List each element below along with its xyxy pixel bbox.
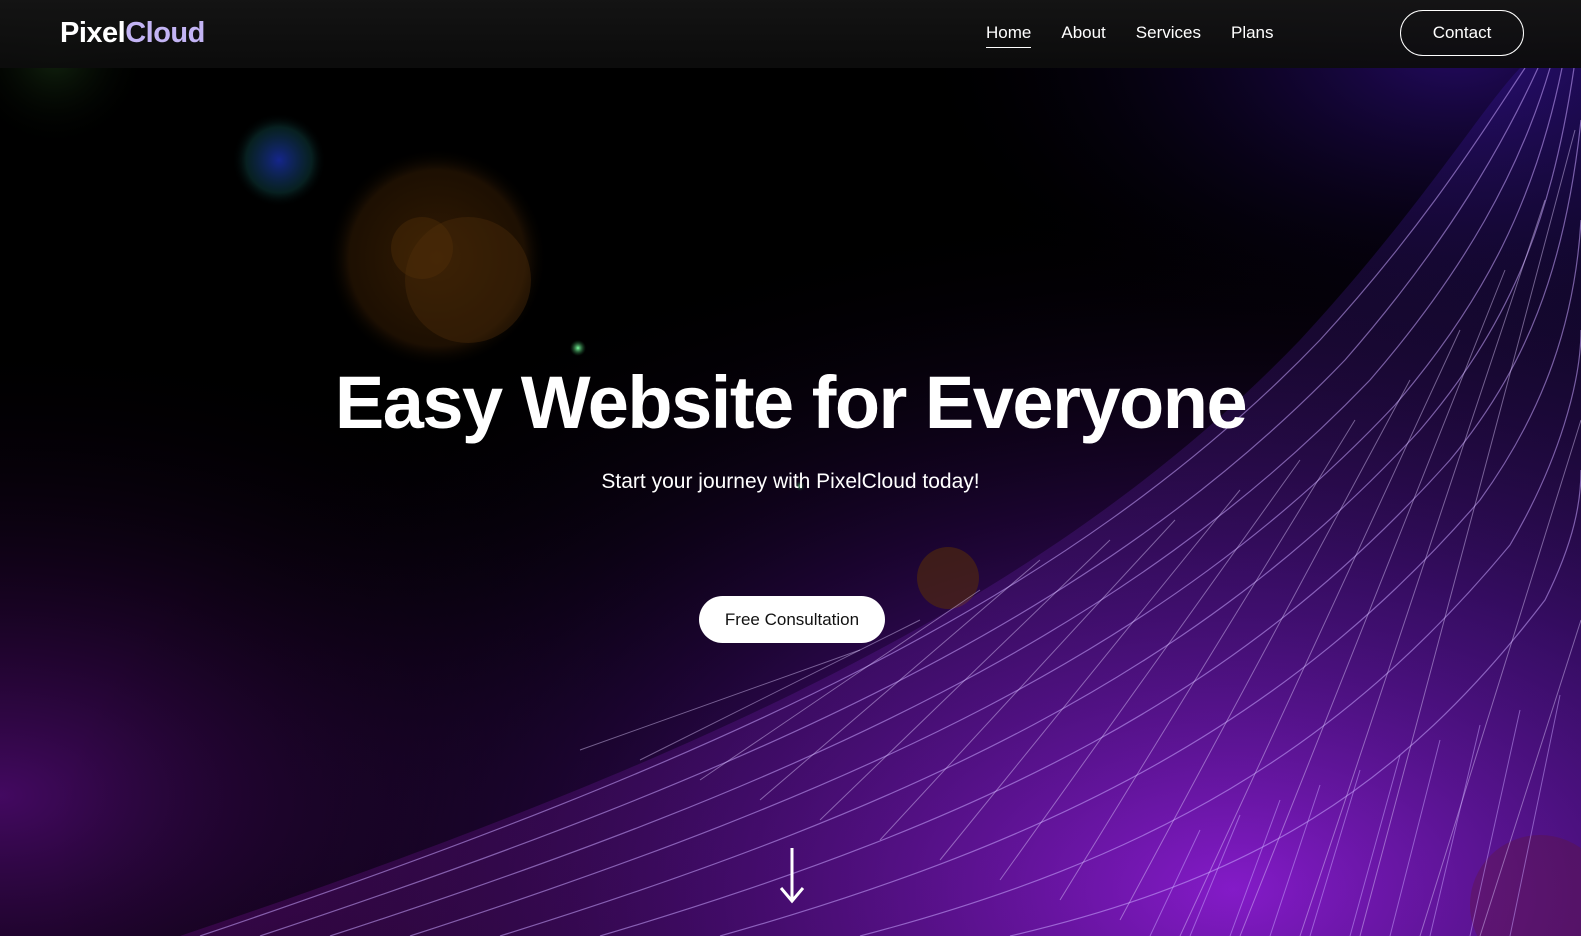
contact-button[interactable]: Contact xyxy=(1400,10,1524,56)
nav-home[interactable]: Home xyxy=(986,21,1032,48)
page: PixelCloud Home About Services Plans Con… xyxy=(0,0,1581,936)
site-header: PixelCloud Home About Services Plans Con… xyxy=(0,0,1581,68)
nav-services[interactable]: Services xyxy=(1136,21,1201,48)
hero-title: Easy Website for Everyone xyxy=(334,361,1248,444)
brand-logo[interactable]: PixelCloud xyxy=(60,15,205,51)
hero-subtitle: Start your journey with PixelCloud today… xyxy=(601,470,980,493)
nav-about[interactable]: About xyxy=(1061,21,1105,48)
nav-plans[interactable]: Plans xyxy=(1231,21,1274,48)
main-nav: Home About Services Plans xyxy=(986,21,1274,48)
brand-name-part1: Pixel xyxy=(60,17,126,49)
arrow-down-icon[interactable] xyxy=(779,846,805,904)
brand-name-part2: Cloud xyxy=(125,17,205,49)
free-consultation-button[interactable]: Free Consultation xyxy=(699,596,885,643)
